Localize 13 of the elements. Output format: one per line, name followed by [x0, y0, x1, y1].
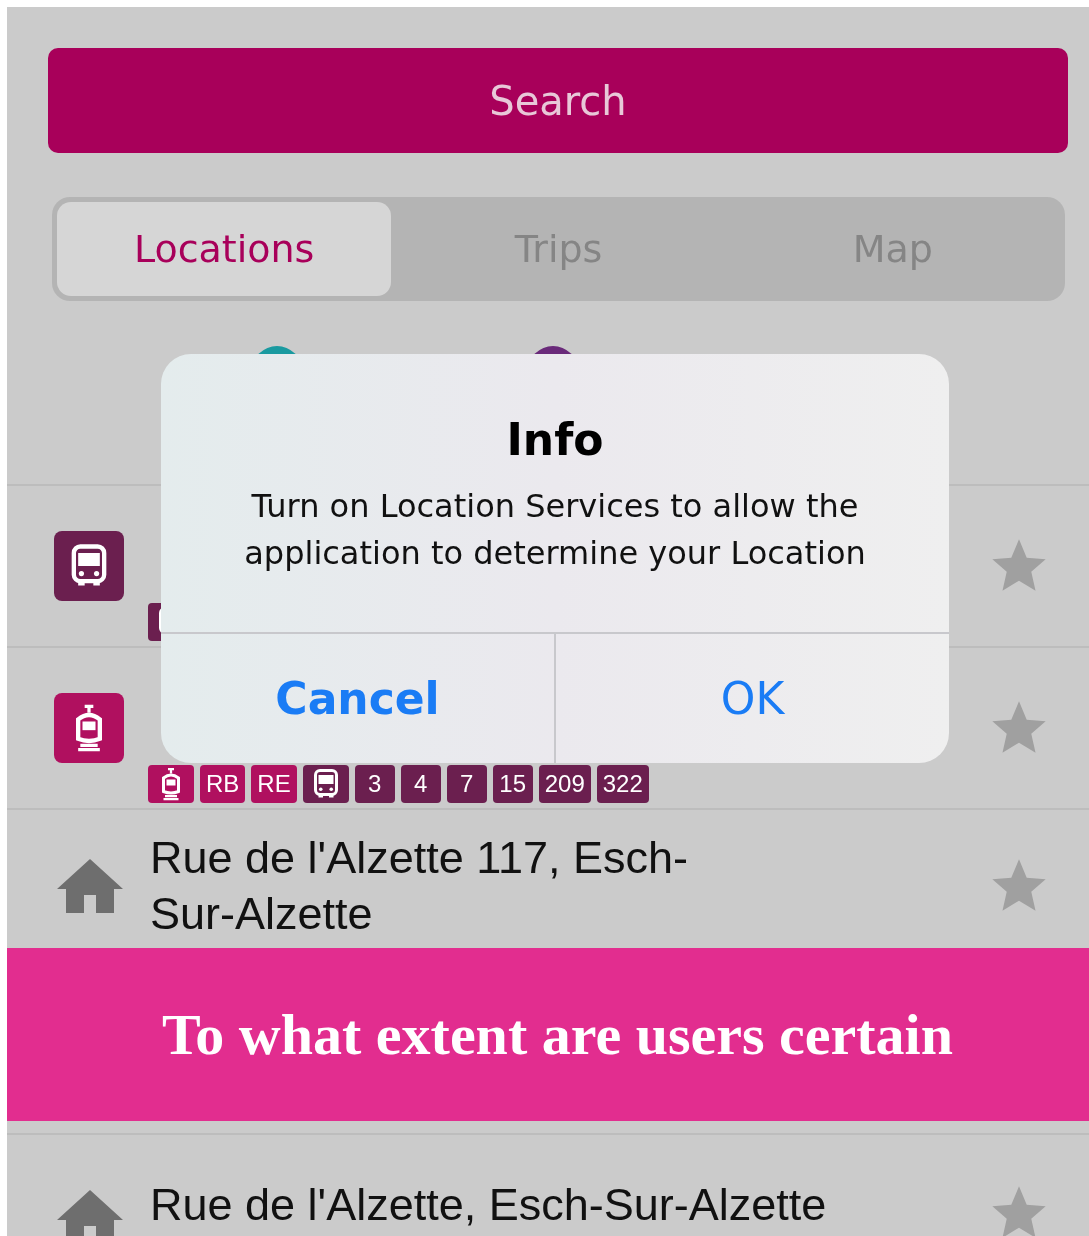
dialog-message: Turn on Location Services to allow the application to determine your Location [243, 486, 867, 574]
line-badge: 7 [446, 765, 487, 803]
caption-text: To what extent are users certain [162, 1001, 953, 1068]
result-title: Rue de l'Alzette 117, Esch-Sur-Alzette [150, 831, 690, 941]
line-badge: RB [200, 765, 246, 803]
line-badge: 4 [400, 765, 441, 803]
dialog-title: Info [506, 414, 604, 465]
line-badge: 15 [492, 765, 533, 803]
line-badge: 3 [354, 765, 395, 803]
line-badge: 322 [596, 765, 649, 803]
line-badge: 209 [538, 765, 591, 803]
result-title: Rue de l'Alzette, Esch-Sur-Alzette [150, 1181, 828, 1229]
line-badge: RE [251, 765, 297, 803]
